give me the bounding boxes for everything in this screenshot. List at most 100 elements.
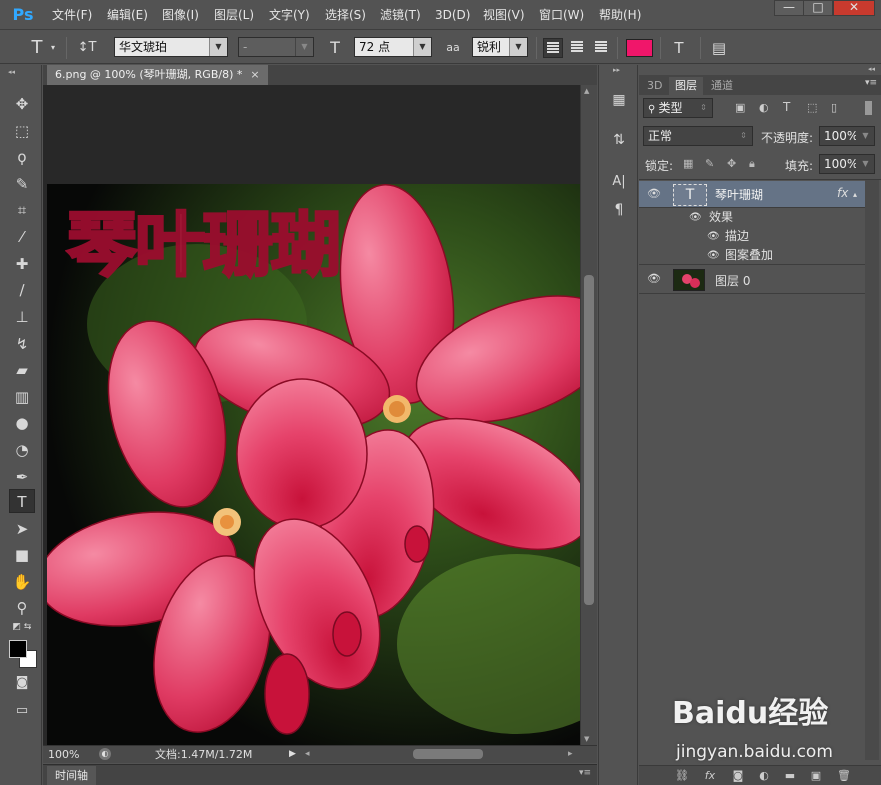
scroll-up-icon[interactable]: ▲ [584,87,589,95]
align-center-button[interactable] [567,38,587,58]
fx-icon[interactable]: fx [837,186,848,200]
character-icon[interactable]: A| [606,171,632,193]
menu-file[interactable]: 文件(F) [52,6,92,24]
document-image[interactable]: 琴叶珊瑚 [47,184,580,745]
menu-image[interactable]: 图像(I) [162,6,199,24]
close-button[interactable]: ✕ [833,0,875,16]
preset-dropdown-icon[interactable]: ▾ [48,37,58,59]
menu-select[interactable]: 选择(S) [325,6,366,24]
effect-pattern-overlay-row[interactable]: 👁︎ 图案叠加 [639,246,865,265]
visibility-eye-icon[interactable]: 👁︎ [707,246,720,265]
add-style-icon[interactable]: fx [701,768,719,784]
pixel-filter-icon[interactable]: ▣ [735,101,745,114]
antialias-select[interactable]: 锐利 ▼ [472,37,528,57]
menu-type[interactable]: 文字(Y) [269,6,310,24]
text-layer-overlay[interactable]: 琴叶珊瑚 [66,209,343,282]
healing-brush-tool-icon[interactable]: ✚ [9,252,35,276]
menu-edit[interactable]: 编辑(E) [107,6,148,24]
zoom-level[interactable]: 100% [48,746,79,763]
screen-mode-icon[interactable]: ▭ [9,699,35,723]
timeline-tab[interactable]: 时间轴 [47,766,96,785]
shape-filter-icon[interactable]: ⬚ [807,101,817,114]
quick-select-tool-icon[interactable]: ✎ [9,172,35,196]
opacity-input[interactable]: 100% ▼ [819,126,875,146]
effects-row[interactable]: 👁︎ 效果 [639,208,865,227]
collapse-icon[interactable]: ▸▸ [613,66,620,74]
menu-help[interactable]: 帮助(H) [599,6,641,24]
layers-scrollbar[interactable] [865,180,879,760]
character-panel-icon[interactable]: ▤ [708,37,730,59]
hand-tool-icon[interactable]: ✋ [9,570,35,594]
visibility-eye-icon[interactable]: 👁︎ [707,227,720,246]
horizontal-scroll-thumb[interactable] [413,749,483,759]
lock-all-icon[interactable]: 🔒︎ [749,157,755,171]
collapse-icon[interactable]: ◂◂ [8,68,34,76]
delete-layer-icon[interactable]: 🗑︎ [835,768,853,784]
restore-button[interactable]: □ [803,0,833,16]
panel-menu-icon[interactable]: ▾≡ [579,768,591,778]
color-swatches[interactable] [9,640,39,670]
warp-text-icon[interactable]: T [668,37,690,59]
menu-layer[interactable]: 图层(L) [214,6,254,24]
blend-mode-select[interactable]: 正常 ⇕ [643,126,753,146]
collapse-icon[interactable]: ◂◂ [868,65,875,73]
menu-view[interactable]: 视图(V) [483,6,525,24]
layer-row-text[interactable]: 👁︎ T 琴叶珊瑚 fx ▴ [639,181,865,208]
rectangle-tool-icon[interactable]: ■ [9,543,35,567]
menu-3d[interactable]: 3D(D) [435,6,470,24]
text-orientation-icon[interactable]: ↕T [76,37,98,59]
swap-colors-icon[interactable]: ◩ ⇆ [9,621,35,633]
tab-3d[interactable]: 3D [641,77,668,95]
text-color-swatch[interactable] [626,39,653,57]
font-style-select[interactable]: - ▼ [238,37,314,57]
path-selection-tool-icon[interactable]: ➤ [9,517,35,541]
menu-window[interactable]: 窗口(W) [539,6,584,24]
document-tab[interactable]: 6.png @ 100% (琴叶珊瑚, RGB/8) * × [47,65,268,85]
history-brush-tool-icon[interactable]: ↯ [9,332,35,356]
minimize-button[interactable]: — [774,0,804,16]
layer-row-image[interactable]: 👁︎ 图层 0 [639,266,865,294]
panel-menu-icon[interactable]: ▾≡ [865,78,877,88]
lock-position-icon[interactable]: ✥ [727,157,736,170]
type-tool-icon[interactable]: T [9,489,35,513]
menu-filter[interactable]: 滤镜(T) [380,6,421,24]
move-tool-icon[interactable]: ✥ [9,92,35,116]
visibility-eye-icon[interactable]: 👁︎ [689,208,702,227]
type-tool-preset-icon[interactable]: T [26,37,48,59]
tab-layers[interactable]: 图层 [669,77,703,95]
scroll-right-icon[interactable]: ▸ [568,746,573,763]
type-filter-icon[interactable]: T [783,100,790,114]
status-menu-icon[interactable]: ◐ [99,748,111,760]
lock-transparency-icon[interactable]: ▦ [683,157,693,170]
adjustment-layer-icon[interactable]: ◐ [755,768,773,784]
history-icon[interactable]: ⇅ [606,129,632,151]
visibility-eye-icon[interactable]: 👁︎ [647,272,661,286]
eyedropper-tool-icon[interactable]: ⁄ [9,225,35,249]
swatches-icon[interactable]: ▦ [606,89,632,111]
filter-kind-select[interactable]: ⚲ 类型 ⇕ [643,98,713,118]
layer-name[interactable]: 图层 0 [715,272,750,289]
tab-channels[interactable]: 通道 [705,77,739,95]
dodge-tool-icon[interactable]: ◔ [9,438,35,462]
pen-tool-icon[interactable]: ✒ [9,465,35,489]
status-arrow-icon[interactable]: ▶ [289,746,296,763]
foreground-color[interactable] [9,640,27,658]
chevron-up-icon[interactable]: ▴ [853,190,857,199]
blur-tool-icon[interactable]: ● [9,411,35,435]
close-tab-icon[interactable]: × [250,68,259,81]
zoom-tool-icon[interactable]: ⚲ [9,596,35,620]
font-size-select[interactable]: 72 点 ▼ [354,37,432,57]
lock-pixels-icon[interactable]: ✎ [705,157,714,170]
smart-object-filter-icon[interactable]: ▯ [831,101,837,114]
layer-name[interactable]: 琴叶珊瑚 [715,186,763,203]
lasso-tool-icon[interactable]: ϙ [9,145,35,169]
scroll-down-icon[interactable]: ▼ [584,735,589,743]
scroll-left-icon[interactable]: ◂ [305,746,310,763]
brush-tool-icon[interactable]: ∕ [9,278,35,302]
eraser-tool-icon[interactable]: ▰ [9,358,35,382]
effect-stroke-row[interactable]: 👁︎ 描边 [639,227,865,246]
paragraph-icon[interactable]: ¶ [606,199,632,221]
vertical-scroll-thumb[interactable] [584,275,594,605]
adjustment-filter-icon[interactable]: ◐ [759,101,769,114]
new-layer-icon[interactable]: ▣ [807,768,825,784]
